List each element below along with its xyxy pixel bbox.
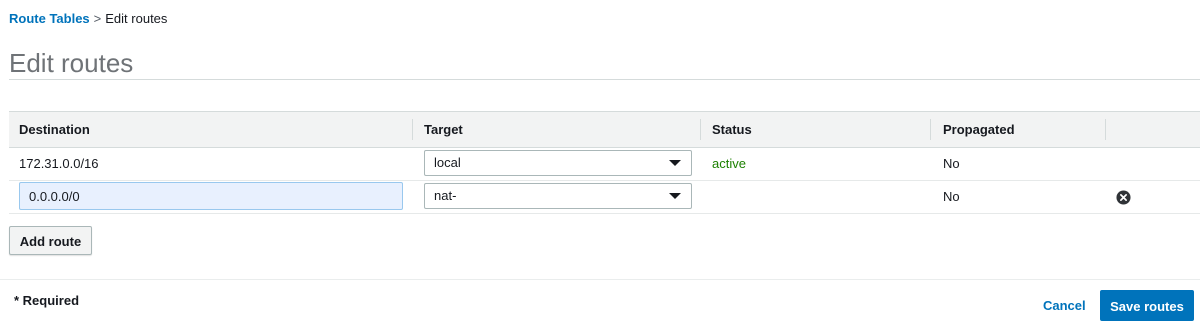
routes-table: Destination Target Status Propagated 172… [9, 111, 1200, 214]
target-select[interactable]: local [424, 150, 692, 176]
save-routes-button[interactable]: Save routes [1100, 290, 1194, 321]
chevron-down-icon [669, 193, 681, 199]
column-header-destination: Destination [19, 122, 90, 137]
add-route-button[interactable]: Add route [9, 226, 92, 255]
propagated-cell: No [943, 189, 960, 204]
destination-cell: 172.31.0.0/16 [19, 156, 99, 171]
column-divider [412, 119, 413, 140]
title-divider [9, 79, 1200, 80]
column-header-propagated: Propagated [943, 122, 1015, 137]
breadcrumb-separator: > [93, 11, 102, 26]
table-row: nat- No [9, 181, 1200, 214]
destination-input[interactable] [19, 182, 403, 210]
column-header-status: Status [712, 122, 752, 137]
column-divider [1105, 119, 1106, 140]
breadcrumb-current: Edit routes [105, 11, 168, 26]
chevron-down-icon [669, 160, 681, 166]
required-note: * Required [14, 293, 80, 308]
breadcrumb-route-tables-link[interactable]: Route Tables [9, 11, 90, 26]
target-select[interactable]: nat- [424, 183, 692, 209]
breadcrumb: Route Tables > Edit routes [9, 11, 167, 27]
propagated-cell: No [943, 156, 960, 171]
remove-route-icon[interactable] [1116, 190, 1131, 205]
table-row: 172.31.0.0/16 local active No [9, 148, 1200, 181]
cancel-link[interactable]: Cancel [1043, 298, 1086, 313]
column-divider [930, 119, 931, 140]
target-select-value: nat- [434, 188, 457, 203]
target-select-value: local [434, 155, 461, 170]
column-divider [700, 119, 701, 140]
table-header: Destination Target Status Propagated [9, 112, 1200, 148]
edit-routes-page: Route Tables > Edit routes Edit routes Des… [0, 0, 1200, 334]
footer-divider [0, 279, 1200, 280]
status-cell: active [712, 156, 746, 171]
page-title: Edit routes [9, 48, 134, 78]
column-header-target: Target [424, 122, 463, 137]
